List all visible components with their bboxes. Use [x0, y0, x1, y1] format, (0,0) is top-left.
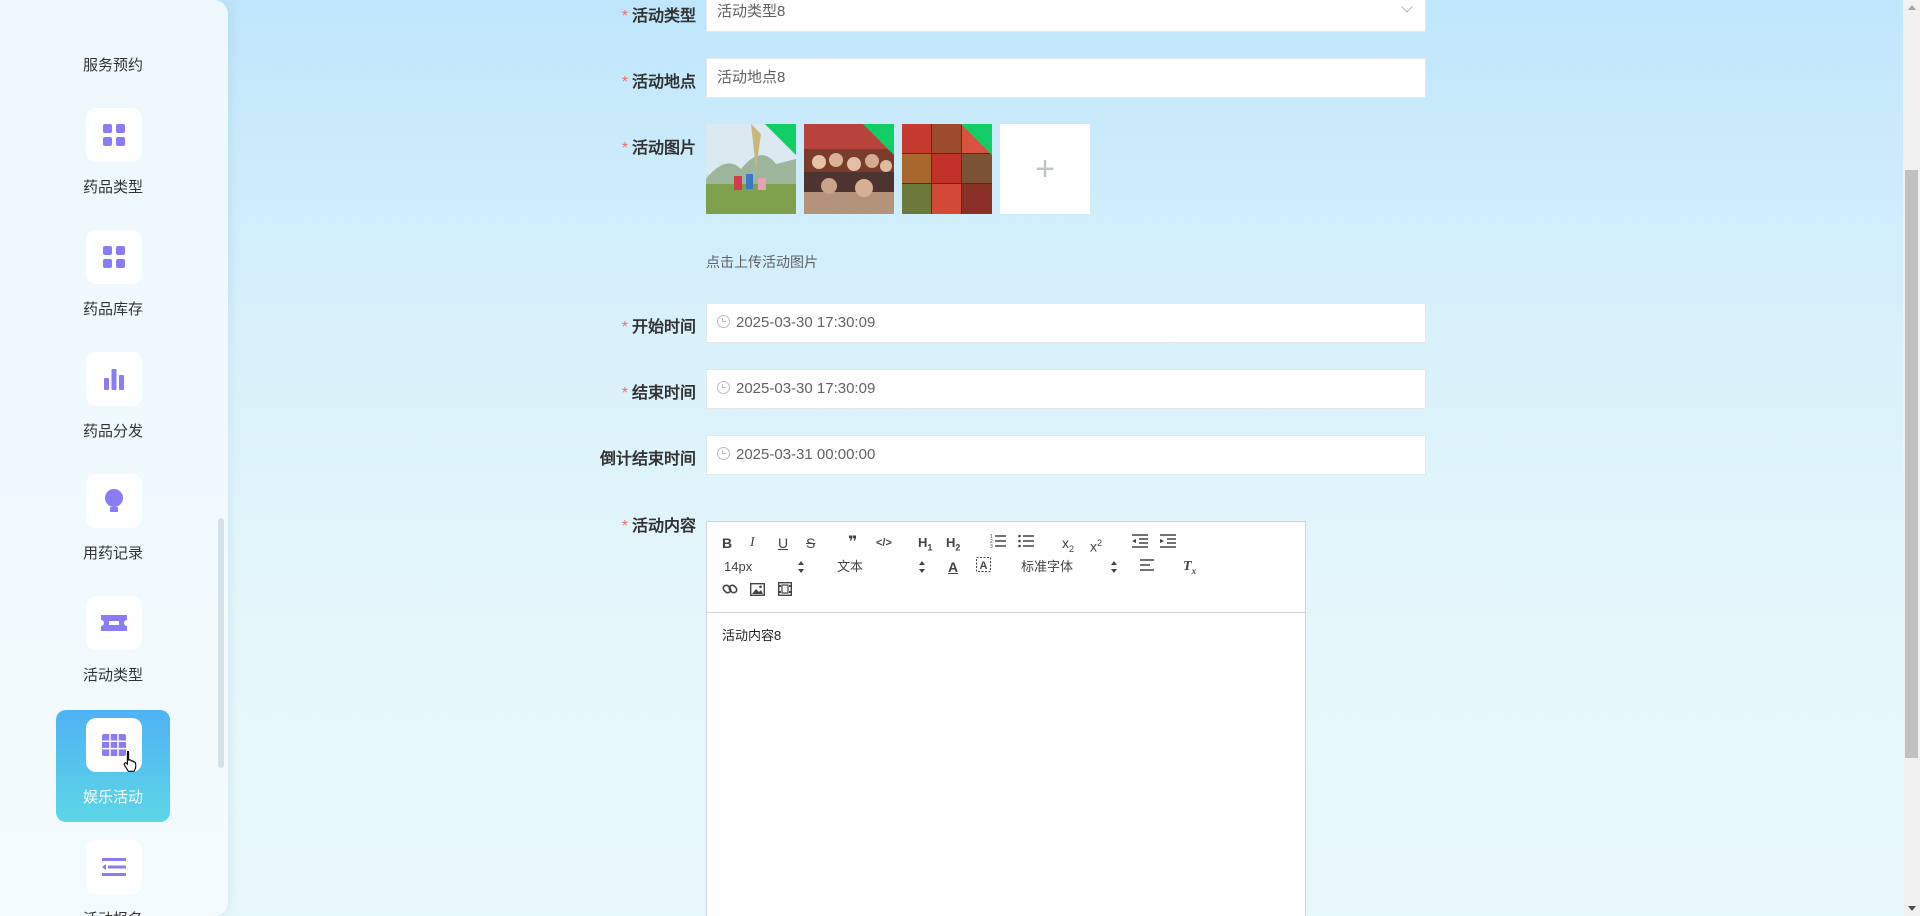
sidebar-item-label: 用药记录: [82, 545, 143, 562]
select-arrows-icon: [919, 561, 925, 573]
plus-icon: +: [1035, 149, 1055, 188]
sidebar-item-drug-stock[interactable]: 药品库存: [56, 222, 170, 334]
sidebar-item-label: 药品库存: [82, 301, 143, 318]
superscript-icon[interactable]: x2: [1090, 533, 1102, 555]
subscript-icon[interactable]: x2: [1062, 533, 1074, 554]
sidebar-item-label: 娱乐活动: [82, 789, 143, 806]
chevron-down-icon: [1401, 1, 1413, 13]
sidebar-item-drug-distribution[interactable]: 药品分发: [56, 344, 170, 456]
rich-text-editor: B I U S ❞ </> H1 H2 123 x2 x2 14px 文本 A: [706, 521, 1306, 916]
sidebar-item-activity-type[interactable]: 活动类型: [56, 588, 170, 700]
upload-image-button[interactable]: +: [1000, 124, 1090, 214]
end-time-picker[interactable]: 2025-03-30 17:30:09: [706, 369, 1426, 409]
activity-type-row: * 活动类型 活动类型8: [560, 0, 1426, 32]
activity-type-select[interactable]: 活动类型8: [706, 0, 1426, 32]
outdent-icon[interactable]: [1132, 533, 1148, 553]
activity-image-thumbnail-3[interactable]: [902, 124, 992, 214]
sidebar-item-label: 活动类型: [82, 667, 143, 684]
activity-images-label: * 活动图片: [621, 140, 696, 157]
code-block-icon[interactable]: </>: [876, 533, 892, 553]
sidebar-item-entertainment-activity[interactable]: 娱乐活动: [56, 710, 170, 822]
font-color-icon[interactable]: A: [948, 557, 958, 577]
underline-icon[interactable]: U: [778, 533, 788, 553]
header2-icon[interactable]: H2: [946, 533, 960, 553]
select-arrows-icon: [798, 561, 804, 573]
strikethrough-icon[interactable]: S: [806, 533, 815, 553]
ticket-icon: [86, 596, 142, 650]
scroll-down-arrow-icon[interactable]: [1908, 906, 1916, 911]
sidebar-item-service-booking[interactable]: 服务预约: [56, 54, 170, 75]
scroll-up-arrow-icon[interactable]: [1908, 5, 1916, 10]
bulb-icon: [86, 474, 142, 528]
activity-image-thumbnail-1[interactable]: [706, 124, 796, 214]
activity-type-value: 活动类型8: [717, 3, 786, 20]
video-icon[interactable]: [777, 581, 793, 601]
activity-location-label: * 活动地点: [621, 74, 696, 91]
bar-chart-icon: [86, 352, 142, 406]
page-scrollbar[interactable]: [1903, 0, 1920, 916]
indent-icon[interactable]: [1160, 533, 1176, 553]
activity-location-row: * 活动地点 活动地点8: [560, 58, 1426, 98]
select-arrows-icon: [1111, 561, 1117, 573]
ordered-list-icon[interactable]: 123: [990, 533, 1006, 553]
list-icon: [86, 840, 142, 894]
bullet-list-icon[interactable]: [1018, 533, 1034, 553]
hand-cursor-icon: [123, 750, 137, 772]
start-time-picker[interactable]: 2025-03-30 17:30:09: [706, 303, 1426, 343]
sidebar: 服务预约 药品类型 药品库存 药品分发 用药记录 活动类型 娱乐活动: [0, 0, 228, 916]
header1-icon[interactable]: H1: [918, 533, 932, 553]
scrollbar-thumb[interactable]: [1905, 170, 1918, 758]
grid-icon: [86, 108, 142, 162]
sidebar-item-label: 药品分发: [82, 423, 143, 440]
activity-type-label: * 活动类型: [621, 8, 696, 25]
font-family-select[interactable]: 标准字体: [1021, 557, 1117, 577]
editor-content[interactable]: 活动内容8: [707, 613, 1305, 656]
start-time-label: * 开始时间: [621, 319, 696, 336]
end-time-row: * 结束时间 2025-03-30 17:30:09: [560, 369, 1426, 409]
activity-content-label: * 活动内容: [621, 518, 696, 535]
sidebar-item-drug-type[interactable]: 药品类型: [56, 100, 170, 212]
link-icon[interactable]: [722, 581, 738, 601]
bold-icon[interactable]: B: [722, 533, 732, 553]
countdown-end-picker[interactable]: 2025-03-31 00:00:00: [706, 435, 1426, 475]
sidebar-scrollbar[interactable]: [218, 518, 224, 768]
sidebar-item-activity-signup[interactable]: 活动报名: [56, 832, 170, 916]
image-icon[interactable]: [749, 581, 766, 601]
grid-icon: [86, 230, 142, 284]
countdown-end-row: 倒计结束时间 2025-03-31 00:00:00: [560, 435, 1426, 475]
svg-text:A: A: [980, 560, 988, 572]
svg-text:3: 3: [990, 544, 993, 548]
clock-icon: [717, 315, 730, 328]
clear-format-icon[interactable]: Tx: [1183, 557, 1196, 577]
clock-icon: [717, 447, 730, 460]
align-icon[interactable]: [1140, 557, 1156, 577]
background-color-icon[interactable]: A: [976, 557, 991, 577]
start-time-row: * 开始时间 2025-03-30 17:30:09: [560, 303, 1426, 343]
activity-images-row: * 活动图片: [560, 134, 1426, 157]
sidebar-item-medication-record[interactable]: 用药记录: [56, 466, 170, 578]
upload-hint: 点击上传活动图片: [706, 254, 818, 270]
countdown-end-label: 倒计结束时间: [599, 451, 696, 468]
italic-icon[interactable]: I: [750, 533, 755, 553]
header-select[interactable]: 文本: [837, 557, 925, 577]
blockquote-icon[interactable]: ❞: [848, 533, 857, 553]
sidebar-item-label: 药品类型: [82, 179, 143, 196]
clock-icon: [717, 381, 730, 394]
editor-toolbar: B I U S ❞ </> H1 H2 123 x2 x2 14px 文本 A: [707, 522, 1305, 613]
end-time-label: * 结束时间: [621, 385, 696, 402]
sidebar-item-label: 活动报名: [56, 908, 170, 916]
font-size-select[interactable]: 14px: [724, 557, 810, 577]
activity-location-input[interactable]: 活动地点8: [706, 58, 1426, 98]
activity-image-thumbnail-2[interactable]: [804, 124, 894, 214]
